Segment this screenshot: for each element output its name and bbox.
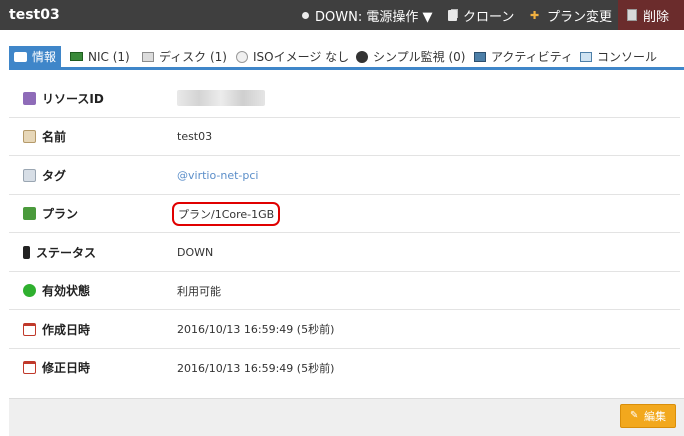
detail-table: リソースID 名前 test03 タグ @virtio-net-pci プラン … [9, 79, 680, 387]
delete-label: 削除 [643, 9, 670, 25]
power-menu-button[interactable]: DOWN: 電源操作 ▼ [302, 0, 432, 30]
tab-label: ISOイメージ なし [253, 50, 350, 64]
calendar-icon [23, 322, 36, 336]
traffic-light-icon [23, 245, 30, 259]
tab-label: 情報 [32, 50, 57, 64]
row-label: リソースID [42, 91, 104, 106]
trash-icon [627, 9, 637, 21]
row-label: 作成日時 [42, 322, 91, 337]
resource-id-icon [23, 91, 36, 105]
clone-label: クローン [463, 9, 515, 25]
detail-row-tag: タグ @virtio-net-pci [9, 156, 680, 195]
wrench-icon: ✚ [530, 8, 540, 22]
detail-row-status: ステータス DOWN [9, 233, 680, 272]
plan-change-button[interactable]: ✚ プラン変更 [530, 0, 612, 30]
tab-label: コンソール [597, 50, 658, 64]
tab-iso[interactable]: ISOイメージ なし [236, 46, 349, 67]
status-value: DOWN [177, 245, 214, 259]
clone-button[interactable]: クローン [448, 0, 514, 30]
delete-button[interactable]: 削除 [618, 0, 684, 30]
footer-bar: ✎ 編集 [9, 398, 684, 436]
row-label: ステータス [36, 245, 97, 260]
plan-value: プラン/1Core-1GB [172, 201, 281, 226]
detail-row-plan: プラン プラン/1Core-1GB [9, 195, 680, 233]
plan-change-label: プラン変更 [547, 9, 613, 25]
server-name: test03 [9, 7, 60, 23]
info-icon [14, 51, 27, 62]
tab-bar: 情報 NIC (1) ディスク (1) ISOイメージ なし シンプル監視 (0… [9, 46, 684, 70]
nic-icon [70, 52, 83, 61]
tab-label: アクティビティ [491, 50, 573, 64]
detail-row-name: 名前 test03 [9, 118, 680, 156]
tag-link[interactable]: @virtio-net-pci [177, 156, 258, 194]
plan-icon [23, 207, 36, 220]
created-value: 2016/10/13 16:59:49 (5秒前) [177, 323, 335, 336]
calendar-icon [23, 361, 36, 374]
monitor-icon [356, 50, 368, 63]
detail-row-modified: 修正日時 2016/10/13 16:59:49 (5秒前) [9, 349, 680, 388]
modified-value: 2016/10/13 16:59:49 (5秒前) [177, 361, 335, 375]
availability-value: 利用可能 [177, 284, 221, 298]
iso-icon [236, 50, 248, 63]
disk-icon [142, 51, 154, 62]
row-label: 修正日時 [42, 361, 91, 375]
tab-label: NIC (1) [88, 49, 130, 64]
row-label: タグ [42, 168, 67, 183]
resource-id-value-blurred [177, 90, 265, 106]
name-value: test03 [177, 130, 213, 143]
tab-monitor[interactable]: シンプル監視 (0) [356, 46, 465, 67]
tab-nic[interactable]: NIC (1) [70, 46, 130, 67]
power-menu-label: DOWN: 電源操作 ▼ [315, 9, 433, 25]
tab-info[interactable]: 情報 [9, 46, 62, 67]
detail-row-availability: 有効状態 利用可能 [9, 272, 680, 310]
activity-icon [474, 51, 486, 62]
row-label: 名前 [42, 130, 67, 144]
row-label: プラン [42, 207, 79, 221]
pencil-icon: ✎ [630, 410, 639, 421]
status-dot-icon [302, 11, 309, 19]
tab-activity[interactable]: アクティビティ [474, 46, 573, 67]
row-label: 有効状態 [42, 284, 91, 298]
top-bar: test03 DOWN: 電源操作 ▼ クローン ✚ プラン変更 削除 [0, 0, 684, 30]
check-circle-icon [23, 284, 36, 297]
edit-label: 編集 [644, 410, 666, 423]
console-icon [580, 51, 592, 62]
edit-button[interactable]: ✎ 編集 [620, 404, 676, 428]
tab-console[interactable]: コンソール [580, 46, 657, 67]
tab-label: ディスク (1) [159, 50, 227, 64]
detail-row-created: 作成日時 2016/10/13 16:59:49 (5秒前) [9, 310, 680, 349]
tab-label: シンプル監視 (0) [373, 50, 466, 64]
tab-disk[interactable]: ディスク (1) [142, 46, 227, 67]
detail-row-resource-id: リソースID [9, 79, 680, 118]
copy-icon [448, 9, 457, 21]
name-icon [23, 130, 36, 143]
tag-icon [23, 168, 36, 182]
